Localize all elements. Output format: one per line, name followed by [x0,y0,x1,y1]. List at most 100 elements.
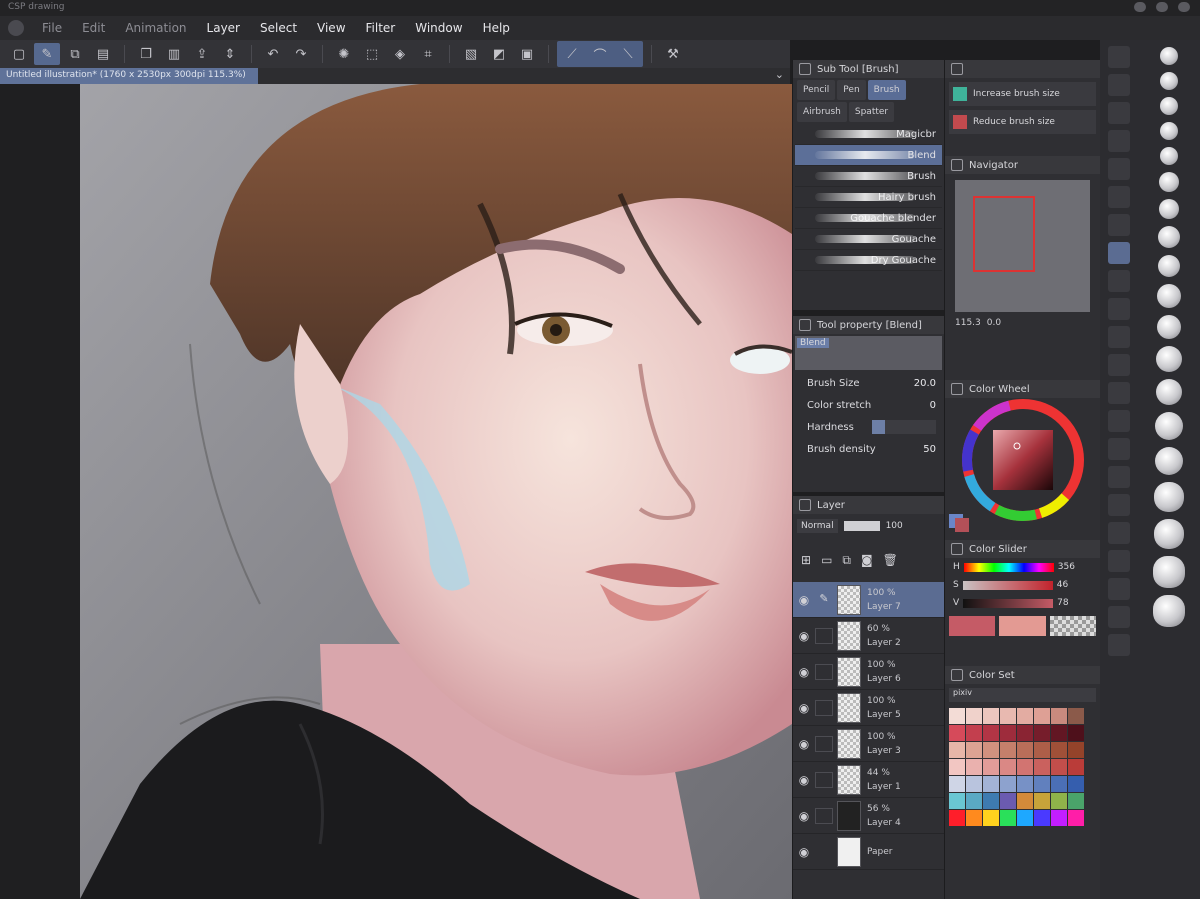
stroke-straight-icon[interactable]: ⟍ [615,43,641,65]
main-color-swatch[interactable] [955,518,969,532]
color-set-swatch[interactable] [1017,810,1033,826]
color-set-swatch[interactable] [1017,776,1033,792]
stroke-line-icon[interactable]: ⟋ [559,43,585,65]
loading-icon[interactable]: ✺ [331,43,357,65]
tool-button[interactable] [1108,550,1130,572]
brush-item[interactable]: Magicbr [795,124,942,145]
menu-edit[interactable]: Edit [74,21,113,35]
opacity-value[interactable]: 100 [886,521,903,531]
color-set-swatch[interactable] [1034,725,1050,741]
tool-button[interactable] [1108,46,1130,68]
color-set-swatch[interactable] [1051,776,1067,792]
color-set-swatch[interactable] [1000,708,1016,724]
color-wheel[interactable] [945,398,1101,540]
hardness-slider[interactable] [872,420,936,434]
brush-size-preset[interactable] [1160,122,1178,140]
color-set-swatch[interactable] [1034,810,1050,826]
color-set-swatch[interactable] [1017,708,1033,724]
close-button[interactable] [1178,2,1190,12]
brush-size-preset[interactable] [1154,482,1184,512]
color-set-swatch[interactable] [949,810,965,826]
tool-button[interactable] [1108,130,1130,152]
color-set-swatch[interactable] [983,742,999,758]
color-set-swatch[interactable] [1051,725,1067,741]
copy-icon[interactable]: ⧉ [62,43,88,65]
layer-lock-box[interactable] [815,735,833,752]
transform-icon[interactable]: ⌗ [415,43,441,65]
color-stretch-row[interactable]: Color stretch 0 [793,394,944,416]
navigator-zoom[interactable]: 115.3 [955,318,981,328]
color-set-swatch[interactable] [1017,793,1033,809]
tool-button[interactable] [1108,494,1130,516]
save-icon[interactable]: ▤ [90,43,116,65]
open-icon[interactable]: ▥ [161,43,187,65]
brush-item[interactable]: Dry Gouache [795,250,942,271]
brush-size-preset[interactable] [1160,147,1178,165]
navigator-preview[interactable] [955,180,1090,312]
color-set-swatch[interactable] [1000,725,1016,741]
menu-view[interactable]: View [309,21,353,35]
color-set-swatch[interactable] [983,776,999,792]
tool-button[interactable] [1108,354,1130,376]
eye-icon[interactable]: ◉ [793,701,815,715]
tab-pen[interactable]: Pen [837,80,866,100]
menu-window[interactable]: Window [407,21,470,35]
menu-animation[interactable]: Animation [117,21,194,35]
pen-tool-icon[interactable]: ✎ [34,43,60,65]
tool-button[interactable] [1108,606,1130,628]
layer-row-paper[interactable]: ◉ Paper [793,834,944,870]
tool-button[interactable] [1108,102,1130,124]
s-slider[interactable] [962,580,1053,590]
brush-density-value[interactable]: 50 [923,444,936,455]
layer-row[interactable]: ◉ 100 % Layer 3 [793,726,944,762]
brush-size-value[interactable]: 20.0 [914,378,936,389]
hardness-row[interactable]: Hardness [793,416,944,438]
brush-item[interactable]: Hairy brush [795,187,942,208]
color-set-swatch[interactable] [1017,742,1033,758]
menu-file[interactable]: File [34,21,70,35]
tool-button[interactable] [1108,522,1130,544]
color-set-swatch[interactable] [1034,742,1050,758]
brush-density-row[interactable]: Brush density 50 [793,438,944,460]
trash-icon[interactable]: 🗑 [883,553,898,567]
brush-size-preset[interactable] [1153,595,1185,627]
color-set-swatch[interactable] [1051,742,1067,758]
layer-lock-box[interactable] [815,771,833,788]
tool-button[interactable] [1108,326,1130,348]
v-value[interactable]: 78 [1057,598,1068,608]
tool-button[interactable] [1108,158,1130,180]
menu-select[interactable]: Select [252,21,305,35]
color-set-swatch[interactable] [966,708,982,724]
color-swatch[interactable] [949,616,996,636]
color-set-swatch[interactable] [1068,708,1084,724]
brush-size-preset[interactable] [1160,72,1178,90]
folder-icon[interactable]: ▭ [821,553,832,567]
fill-icon[interactable]: ◈ [387,43,413,65]
layer-lock-box[interactable] [815,663,833,680]
brush-size-preset[interactable] [1158,255,1180,277]
brush-size-preset[interactable] [1159,172,1179,192]
redo-icon[interactable]: ↷ [288,43,314,65]
new-file-icon[interactable]: ▢ [6,43,32,65]
clear-selection-icon[interactable]: ▣ [514,43,540,65]
h-slider-row[interactable]: H 356 [945,558,1100,576]
color-set-swatch[interactable] [966,725,982,741]
tab-spatter[interactable]: Spatter [848,102,895,122]
tool-button[interactable] [1108,634,1130,656]
layer-lock-box[interactable] [815,807,833,824]
auto-action-item[interactable]: Reduce brush size [949,110,1096,134]
tool-button[interactable] [1108,74,1130,96]
maximize-button[interactable] [1156,2,1168,12]
tool-button[interactable] [1108,410,1130,432]
transparent-swatch[interactable] [1049,616,1096,636]
canvas-tab[interactable]: Untitled illustration* (1760 x 2530px 30… [0,68,258,84]
color-set-swatch[interactable] [949,759,965,775]
brush-size-preset[interactable] [1157,315,1181,339]
color-set-swatch[interactable] [1051,810,1067,826]
tab-brush[interactable]: Brush [867,80,906,100]
layer-lock-box[interactable] [815,844,833,860]
color-set-swatch[interactable] [983,725,999,741]
minimize-button[interactable] [1134,2,1146,12]
eye-icon[interactable]: ◉ [793,629,815,643]
brush-size-preset[interactable] [1158,226,1180,248]
